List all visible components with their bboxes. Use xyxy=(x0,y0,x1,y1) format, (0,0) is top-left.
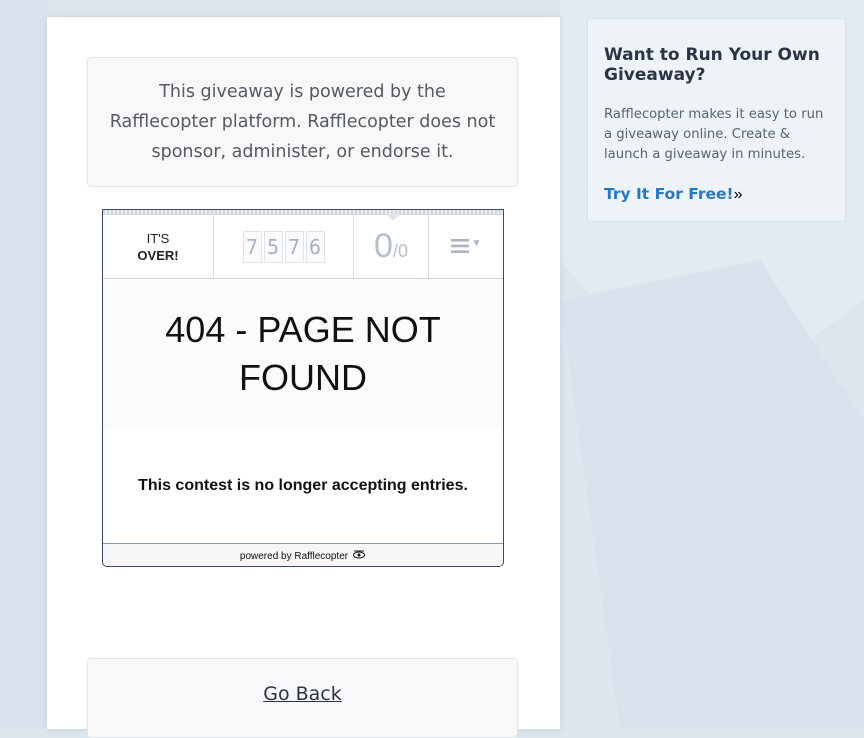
status-cell: IT'S OVER! xyxy=(103,215,214,278)
chevron-down-icon: ▼ xyxy=(471,238,482,249)
powered-by-text[interactable]: powered by Rafflecopter xyxy=(240,551,348,562)
widget-header: IT'S OVER! 7 5 7 6 0 /0 ▼ xyxy=(103,214,503,279)
widget-footer[interactable]: powered by Rafflecopter xyxy=(103,543,503,566)
counter-cell: 7 5 7 6 xyxy=(214,215,354,278)
go-back-link[interactable]: Go Back xyxy=(263,683,342,705)
entries-pointer xyxy=(386,214,400,221)
entries-total: /0 xyxy=(392,241,408,261)
hamburger-menu-icon xyxy=(450,233,469,261)
promo-title: Want to Run Your Own Giveaway? xyxy=(604,45,820,85)
rafflecopter-logo-icon xyxy=(352,550,366,563)
disclaimer-box: This giveaway is powered by the Raffleco… xyxy=(87,57,518,187)
status-line-2: OVER! xyxy=(137,247,179,263)
counter-digit: 5 xyxy=(263,230,283,263)
counter-digit: 7 xyxy=(242,230,262,263)
counter-digit: 7 xyxy=(284,230,304,263)
error-heading: 404 - PAGE NOT FOUND xyxy=(165,309,441,398)
main-card: This giveaway is powered by the Raffleco… xyxy=(47,17,560,738)
status-line-1: IT'S xyxy=(146,230,170,246)
promo-cta[interactable]: Try It For Free!» xyxy=(604,185,829,204)
try-free-link[interactable]: Try It For Free! xyxy=(604,185,734,203)
promo-card: Want to Run Your Own Giveaway? Rafflecop… xyxy=(587,18,846,222)
go-back-box: Go Back xyxy=(87,658,518,738)
widget-message-area: This contest is no longer accepting entr… xyxy=(103,429,503,543)
promo-text: Rafflecopter makes it easy to run a give… xyxy=(604,107,824,162)
closed-message: This contest is no longer accepting entr… xyxy=(138,477,468,494)
menu-button[interactable]: ▼ xyxy=(429,215,503,278)
widget-heading-area: 404 - PAGE NOT FOUND xyxy=(103,279,503,429)
rafflecopter-widget: IT'S OVER! 7 5 7 6 0 /0 ▼ 404 - PAGE NOT… xyxy=(102,209,504,567)
disclaimer-text: This giveaway is powered by the Raffleco… xyxy=(109,82,496,162)
entries-count: 0 xyxy=(374,227,393,265)
chevron-right-icon: » xyxy=(733,186,743,203)
counter-digit: 6 xyxy=(305,230,325,263)
counter-digits: 7 5 7 6 xyxy=(242,230,326,263)
entries-cell: 0 /0 xyxy=(354,214,429,278)
